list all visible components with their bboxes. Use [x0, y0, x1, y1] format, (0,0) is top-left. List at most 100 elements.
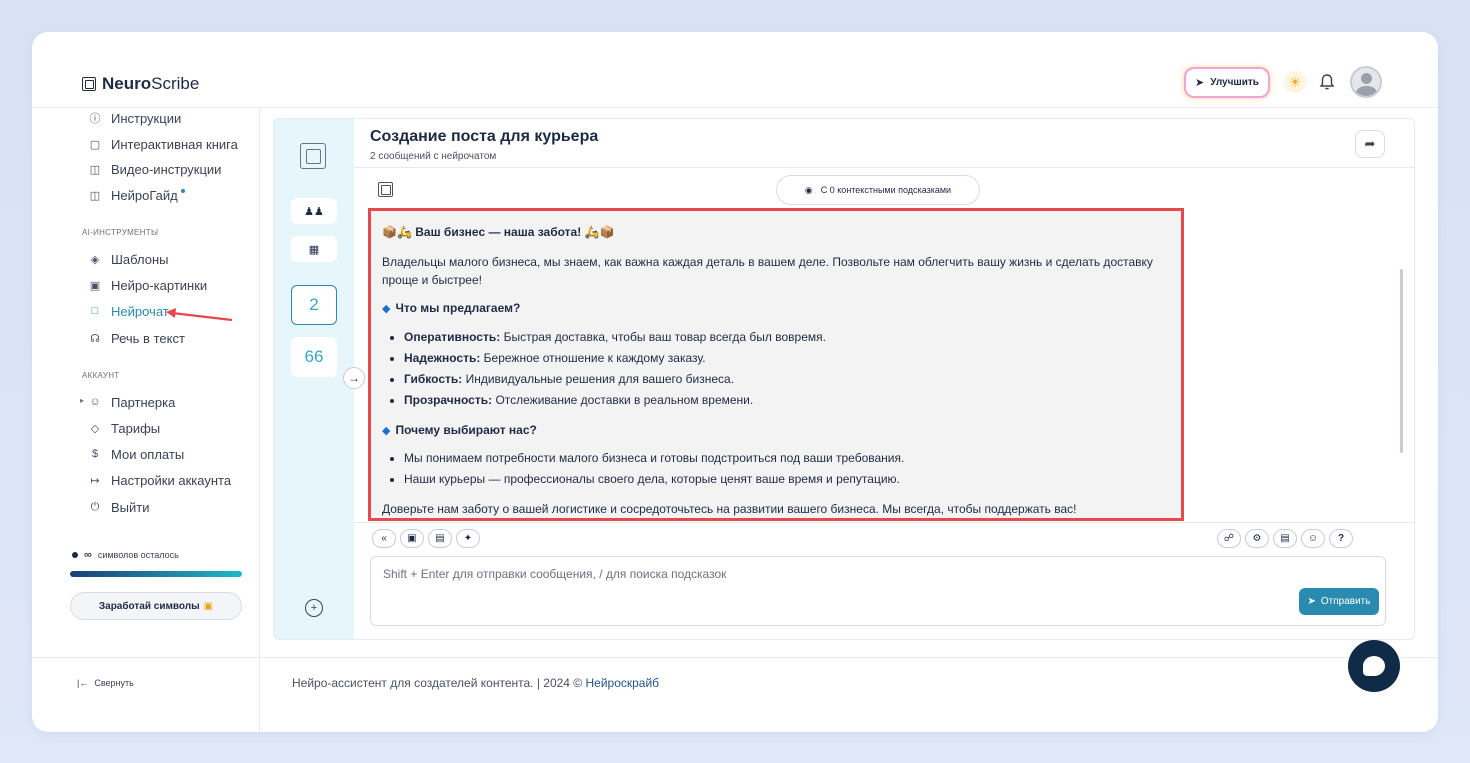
caret-right-icon[interactable]: ▸ [80, 396, 84, 405]
sidebar-item-account-settings[interactable]: ↦ Настройки аккаунта [88, 471, 231, 489]
panel-icon: ▤ [1280, 533, 1290, 544]
chat-rail: ♟♟ ▦ 2 66 + [274, 119, 354, 639]
rail-grid-button[interactable]: ▦ [291, 236, 337, 262]
magic-wand-button[interactable]: ✦ [456, 529, 480, 548]
add-circle-icon[interactable]: + [305, 599, 323, 617]
rail-chat-count[interactable]: 66 [291, 337, 337, 377]
earn-symbols-button[interactable]: Заработай символы ▣ [70, 592, 242, 620]
footer-link[interactable]: Нейроскрайб [585, 676, 659, 690]
list-item: Оперативность: Быстрая доставка, чтобы в… [404, 328, 1170, 346]
sidebar-item-my-payments[interactable]: $ Мои оплаты [88, 445, 184, 463]
message-input[interactable] [383, 567, 1283, 607]
sidebar-item-video-instructions[interactable]: ◫ Видео-инструкции [88, 160, 222, 178]
rocket-icon: ➤ [1195, 77, 1205, 89]
user-avatar[interactable] [1350, 66, 1382, 98]
footer-text: Нейро-ассистент для создателей контента.… [292, 676, 660, 690]
support-chat-button[interactable] [1348, 640, 1400, 692]
users-icon: ♟♟ [304, 205, 324, 218]
expand-arrow-icon[interactable]: → [343, 367, 365, 389]
package-emoji-icon: 📦 [382, 225, 397, 239]
message-closing: Доверьте нам заботу о вашей логистике и … [382, 502, 1077, 516]
rail-users-button[interactable]: ♟♟ [291, 198, 337, 224]
chat-title: Создание поста для курьера [370, 128, 599, 145]
sidebar-item-partner[interactable]: ☺ Партнерка [88, 393, 175, 411]
chevrons-down-icon: « [381, 533, 387, 544]
message-heading: 📦🛵 Ваш бизнес — наша забота! 🛵📦 [382, 225, 615, 239]
rail-chat-count-selected[interactable]: 2 [291, 285, 337, 325]
robot-icon: ☺ [1307, 533, 1319, 544]
book-icon: ▢ [89, 138, 101, 151]
status-dot [72, 552, 78, 558]
sidebar-item-neuroguide[interactable]: ◫ НейроГайд [88, 186, 185, 204]
chat-bubble-icon [1363, 656, 1385, 676]
section-label-ai-tools: AI-ИНСТРУМЕНТЫ [82, 228, 159, 237]
image-button[interactable]: ▤ [428, 529, 452, 548]
list-item: Надежность: Бережное отношение к каждому… [404, 349, 1170, 367]
assistant-message: 📦🛵 Ваш бизнес — наша забота! 🛵📦 Владельц… [368, 208, 1184, 521]
image-icon: ▤ [435, 533, 445, 544]
sidebar-item-neuro-images[interactable]: ▣ Нейро-картинки [88, 276, 207, 294]
package-emoji-icon: 📦 [599, 225, 615, 239]
app-window: NeuroScribe ➤ Улучшить ☀ ⓘ Инструкции ▢ … [32, 32, 1438, 732]
dollar-icon: $ [91, 448, 99, 460]
sidebar-item-logout[interactable]: ⏻ Выйти [88, 498, 150, 516]
chat-header-divider [354, 167, 1414, 168]
settings-button[interactable]: ⚙ [1245, 529, 1269, 548]
help-circle-icon: ⓘ [89, 113, 101, 125]
scooter-emoji-icon: 🛵 [584, 225, 600, 239]
message-scrollbar[interactable] [1400, 269, 1403, 453]
upgrade-button[interactable]: ➤ Улучшить [1186, 69, 1268, 96]
sidebar-item-tariffs[interactable]: ◇ Тарифы [88, 419, 160, 437]
grid-icon: ▦ [308, 243, 320, 256]
message-section-heading: ◆ Что мы предлагаем? [382, 301, 521, 315]
app-logo[interactable]: NeuroScribe [82, 74, 199, 94]
chat-workspace: ♟♟ ▦ 2 66 + → Создание поста для курьера… [273, 118, 1415, 640]
theme-toggle-sun-icon[interactable]: ☀ [1284, 71, 1306, 93]
layers-icon: ◈ [90, 253, 100, 266]
context-hints-pill[interactable]: ◉ С 0 контекстными подсказками [776, 175, 980, 205]
users-icon: ☺ [89, 396, 101, 408]
gift-icon: ▣ [203, 600, 214, 612]
sidebar-item-instructions[interactable]: ⓘ Инструкции [88, 109, 182, 127]
list-item: Наши курьеры — профессионалы своего дела… [404, 470, 1170, 488]
sidebar-item-interactive-book[interactable]: ▢ Интерактивная книга [88, 135, 238, 153]
tag-icon: ◇ [90, 422, 100, 435]
composer-divider [354, 522, 1414, 523]
image-icon: ▣ [89, 279, 101, 292]
send-button[interactable]: ➤ Отправить [1299, 588, 1379, 615]
rail-logo-icon [300, 143, 326, 169]
layout-icon: ◫ [89, 189, 101, 202]
sidebar-item-templates[interactable]: ◈ Шаблоны [88, 250, 169, 268]
bot-button[interactable]: ☺ [1301, 529, 1325, 548]
sign-in-icon: ↦ [90, 474, 100, 487]
logo-icon [82, 77, 96, 91]
collapse-down-button[interactable]: « [372, 529, 396, 548]
panel-button[interactable]: ▤ [1273, 529, 1297, 548]
assistant-avatar-icon [378, 182, 393, 197]
puzzle-button[interactable]: ☍ [1217, 529, 1241, 548]
send-plane-icon: ➤ [1307, 596, 1316, 607]
gear-icon: ⚙ [1252, 533, 1262, 544]
section-label-account: АККАУНТ [82, 371, 120, 380]
offers-list: Оперативность: Быстрая доставка, чтобы в… [382, 328, 1170, 409]
share-button[interactable]: ➦ [1355, 130, 1385, 158]
blue-diamond-icon: ◆ [382, 424, 391, 437]
symbols-progress-fill [70, 571, 242, 577]
symbols-progress-bar [70, 571, 242, 577]
power-icon: ⏻ [90, 500, 100, 513]
puzzle-icon: ☍ [1223, 533, 1235, 544]
help-button[interactable]: ? [1329, 529, 1353, 548]
message-section-heading: ◆ Почему выбирают нас? [382, 422, 537, 437]
sidebar-item-speech-to-text[interactable]: ☊ Речь в текст [88, 329, 185, 347]
chat-subtitle: 2 сообщений с нейрочатом [370, 151, 497, 162]
palette-icon: ◉ [804, 184, 813, 195]
collapse-sidebar-button[interactable]: |← Свернуть [77, 678, 134, 688]
scooter-emoji-icon: 🛵 [396, 225, 412, 239]
sidebar-item-neurochat[interactable]: □ Нейрочат [88, 302, 169, 320]
red-arrow-annotation [166, 308, 233, 322]
footer-divider [32, 657, 1438, 658]
video-icon: ◫ [89, 163, 101, 176]
bell-icon[interactable] [1317, 72, 1337, 92]
new-indicator-dot [180, 189, 185, 193]
upload-button[interactable]: ▣ [400, 529, 424, 548]
